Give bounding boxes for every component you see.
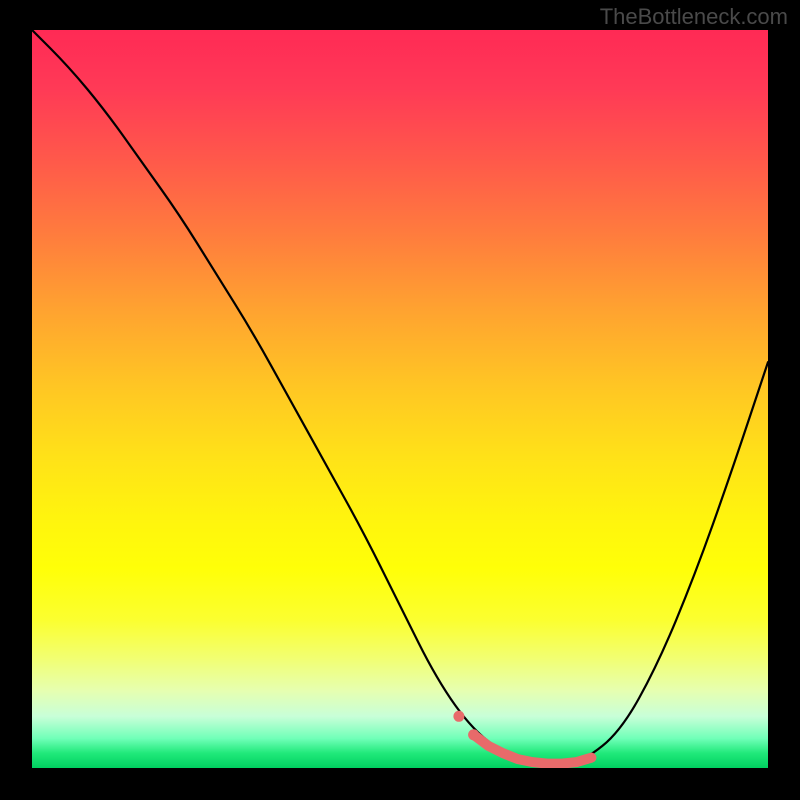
optimal-dot xyxy=(468,729,479,740)
optimal-range-segment xyxy=(474,735,592,764)
bottleneck-curve xyxy=(32,30,768,764)
watermark-text: TheBottleneck.com xyxy=(600,4,788,30)
plot-area xyxy=(32,30,768,768)
optimal-range-dots xyxy=(453,711,479,741)
chart-svg xyxy=(32,30,768,768)
optimal-dot xyxy=(453,711,464,722)
